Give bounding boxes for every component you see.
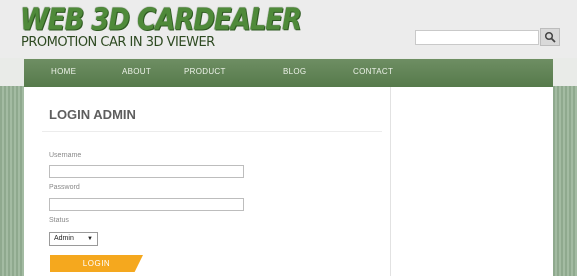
login-button[interactable]: LOGIN xyxy=(50,255,143,272)
username-field[interactable] xyxy=(49,165,244,178)
status-select[interactable]: Admin ▼ xyxy=(49,232,98,246)
page-background-right xyxy=(553,86,577,276)
login-button-label: LOGIN xyxy=(82,259,111,268)
status-selected-value: Admin xyxy=(54,235,74,242)
main-navigation: HOME ABOUT PRODUCT BLOG CONTACT xyxy=(24,59,553,87)
username-label: Username xyxy=(49,152,82,159)
site-logo-title[interactable]: WEB 3D CARDEALER xyxy=(20,3,302,38)
triangle-down-icon: ▼ xyxy=(87,236,93,242)
password-label: Password xyxy=(49,184,80,191)
site-logo-subtitle: PROMOTION CAR IN 3D VIEWER xyxy=(21,35,215,50)
search-input[interactable] xyxy=(415,30,539,45)
search-icon xyxy=(544,31,556,43)
nav-home[interactable]: HOME xyxy=(51,67,76,76)
nav-about[interactable]: ABOUT xyxy=(122,67,151,76)
page-background-left xyxy=(0,86,24,276)
title-divider xyxy=(42,131,382,132)
search-button[interactable] xyxy=(540,28,560,46)
password-field[interactable] xyxy=(49,198,244,211)
sidebar-divider xyxy=(390,87,391,276)
nav-blog[interactable]: BLOG xyxy=(283,67,306,76)
status-label: Status xyxy=(49,217,69,224)
main-content: LOGIN ADMIN Username Password Status Adm… xyxy=(24,87,553,276)
nav-contact[interactable]: CONTACT xyxy=(353,67,393,76)
site-header: WEB 3D CARDEALER PROMOTION CAR IN 3D VIE… xyxy=(0,0,577,58)
page-title: LOGIN ADMIN xyxy=(49,107,136,122)
nav-product[interactable]: PRODUCT xyxy=(184,67,226,76)
